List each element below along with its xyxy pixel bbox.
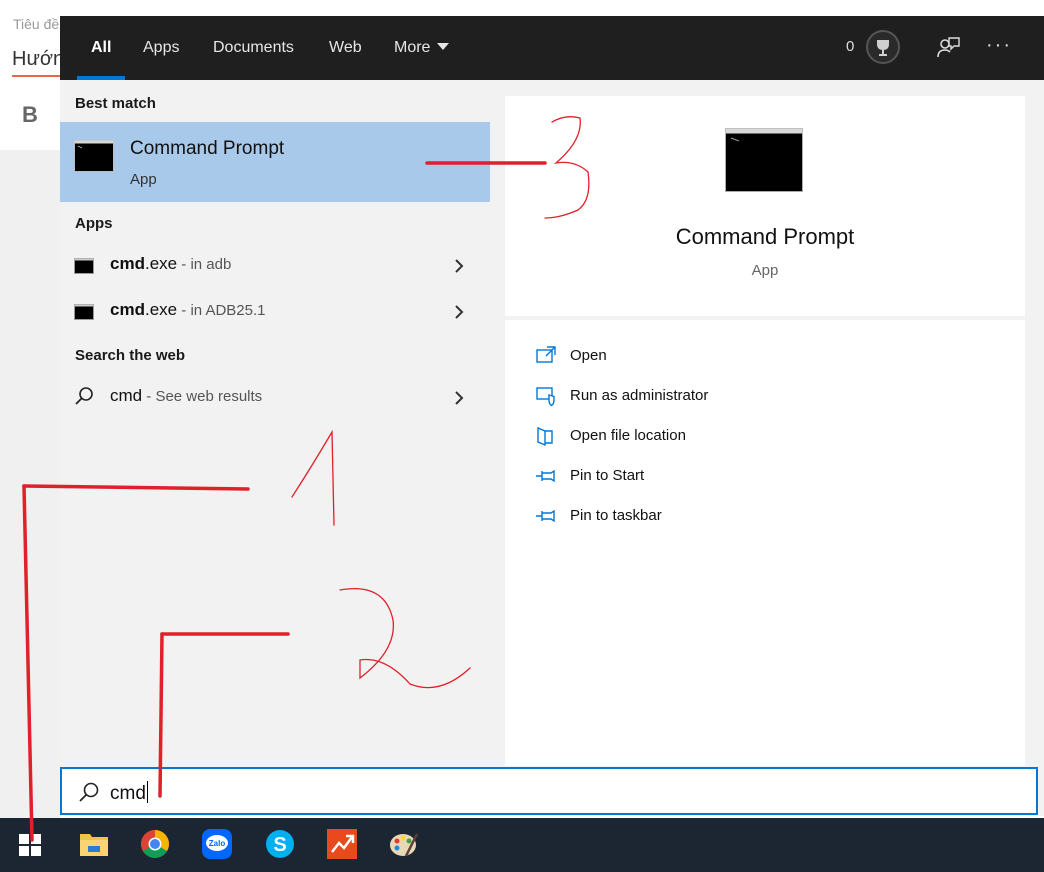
search-query-text: cmd <box>110 783 146 804</box>
command-prompt-large-icon <box>725 128 803 192</box>
start-search-panel: All Apps Documents Web More 0 ··· Best m… <box>60 16 1044 816</box>
folder-icon <box>537 426 553 447</box>
tab-more-label: More <box>394 39 431 56</box>
presentation-app-icon[interactable] <box>326 828 358 860</box>
file-explorer-icon[interactable] <box>78 828 110 860</box>
app-result-location: - in adb <box>177 256 232 273</box>
app-result-name: cmd <box>110 254 145 273</box>
action-open-label: Open <box>570 347 607 364</box>
feedback-icon[interactable] <box>934 34 962 62</box>
web-result-query: cmd <box>110 386 143 405</box>
preview-pane: Command Prompt App Open Run as administr… <box>505 96 1025 766</box>
app-result-label: cmd.exe - in adb <box>110 254 231 274</box>
results-list: Best match Command Prompt App Apps cmd.e… <box>60 80 490 816</box>
tab-web[interactable]: Web <box>329 16 362 80</box>
text-cursor <box>146 781 148 803</box>
command-prompt-icon <box>74 304 94 320</box>
app-result-name: cmd <box>110 300 145 319</box>
preview-actions-card: Open Run as administrator Open file loca… <box>505 320 1025 766</box>
search-tab-bar: All Apps Documents Web More 0 ··· <box>60 16 1044 80</box>
chevron-right-icon[interactable] <box>452 388 466 408</box>
app-result-cmd-adb25[interactable]: cmd.exe - in ADB25.1 <box>60 290 490 334</box>
app-result-ext: .exe <box>144 300 178 319</box>
command-prompt-icon <box>74 258 94 274</box>
action-run-as-admin-label: Run as administrator <box>570 387 709 404</box>
background-title-field: Tiêu đề <box>13 16 60 32</box>
taskbar: Zalo S <box>0 818 1044 872</box>
tab-more[interactable]: More <box>394 16 450 80</box>
tab-apps[interactable]: Apps <box>143 16 179 80</box>
chevron-right-icon[interactable] <box>452 256 466 276</box>
zalo-icon[interactable]: Zalo <box>201 828 233 860</box>
app-result-ext: .exe <box>144 254 178 273</box>
more-options-icon[interactable]: ··· <box>986 34 1012 57</box>
background-document-body <box>0 150 60 820</box>
tab-all[interactable]: All <box>76 16 127 80</box>
shield-icon <box>536 387 555 407</box>
pin-icon <box>536 509 555 523</box>
chrome-icon[interactable] <box>139 828 171 860</box>
open-icon <box>536 346 556 363</box>
search-icon <box>79 782 99 802</box>
search-icon <box>75 387 93 405</box>
section-search-web: Search the web <box>75 347 186 364</box>
preview-header-card: Command Prompt App <box>505 96 1025 316</box>
section-apps: Apps <box>75 215 113 232</box>
skype-icon[interactable]: S <box>264 828 296 860</box>
background-document: Tiêu đề Hướn B <box>0 0 85 150</box>
windows-start-icon[interactable] <box>18 833 42 857</box>
trophy-icon[interactable] <box>866 30 900 64</box>
web-result-label: cmd - See web results <box>110 386 262 406</box>
web-result-cmd[interactable]: cmd - See web results <box>60 376 490 420</box>
command-prompt-icon <box>74 140 114 172</box>
search-box[interactable]: cmd <box>60 767 1038 815</box>
preview-title: Command Prompt <box>675 224 855 249</box>
preview-subtitle: App <box>751 262 779 279</box>
tab-documents[interactable]: Documents <box>213 16 294 80</box>
svg-text:Zalo: Zalo <box>209 839 226 848</box>
best-match-item[interactable]: Command Prompt App <box>60 122 490 202</box>
app-result-cmd-adb[interactable]: cmd.exe - in adb <box>60 244 490 288</box>
chevron-down-icon <box>437 43 450 50</box>
app-result-label: cmd.exe - in ADB25.1 <box>110 300 266 320</box>
background-heading: Hướn <box>12 48 85 77</box>
search-input[interactable]: cmd <box>110 781 148 805</box>
action-pin-to-taskbar-label: Pin to taskbar <box>570 507 662 524</box>
section-best-match: Best match <box>75 95 156 112</box>
pin-icon <box>536 469 555 483</box>
background-bold-button: B <box>22 102 38 127</box>
best-match-subtitle: App <box>130 171 157 188</box>
action-open-file-location-label: Open file location <box>570 427 686 444</box>
best-match-title: Command Prompt <box>130 138 285 159</box>
rewards-count: 0 <box>846 38 855 55</box>
web-result-hint: - See web results <box>142 388 263 405</box>
chevron-right-icon[interactable] <box>452 302 466 322</box>
action-pin-to-start-label: Pin to Start <box>570 467 645 484</box>
app-result-location: - in ADB25.1 <box>177 302 266 319</box>
paint-icon[interactable] <box>388 828 420 860</box>
svg-text:S: S <box>273 834 286 856</box>
